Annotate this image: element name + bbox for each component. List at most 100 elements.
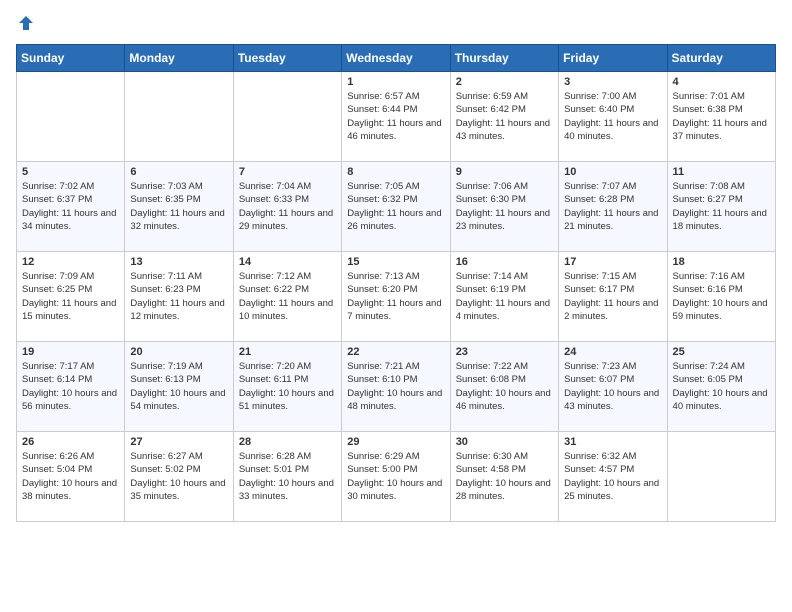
calendar-header-monday: Monday (125, 45, 233, 72)
day-number: 4 (673, 76, 770, 88)
calendar-week-row: 19 Sunrise: 7:17 AM Sunset: 6:14 PM Dayli… (17, 342, 776, 432)
calendar-cell: 27 Sunrise: 6:27 AM Sunset: 5:02 PM Dayli… (125, 432, 233, 522)
day-number: 20 (130, 346, 227, 358)
day-number: 12 (22, 256, 119, 268)
day-number: 19 (22, 346, 119, 358)
calendar-cell: 3 Sunrise: 7:00 AM Sunset: 6:40 PM Daylig… (559, 72, 667, 162)
day-info: Sunrise: 7:13 AM Sunset: 6:20 PM Dayligh… (347, 270, 444, 323)
logo (16, 16, 35, 32)
calendar-cell: 26 Sunrise: 6:26 AM Sunset: 5:04 PM Dayli… (17, 432, 125, 522)
day-info: Sunrise: 7:14 AM Sunset: 6:19 PM Dayligh… (456, 270, 553, 323)
calendar-cell: 28Sunrise: 6:28 AM Sunset: 5:01 PM Dayli… (233, 432, 341, 522)
day-number: 14 (239, 256, 336, 268)
day-number: 30 (456, 436, 553, 448)
calendar-week-row: 1 Sunrise: 6:57 AM Sunset: 6:44 PM Daylig… (17, 72, 776, 162)
day-info: Sunrise: 7:21 AM Sunset: 6:10 PM Dayligh… (347, 360, 444, 413)
calendar-week-row: 26 Sunrise: 6:26 AM Sunset: 5:04 PM Dayli… (17, 432, 776, 522)
day-number: 2 (456, 76, 553, 88)
day-number: 21 (239, 346, 336, 358)
calendar-cell: 4Sunrise: 7:01 AM Sunset: 6:38 PM Daylig… (667, 72, 775, 162)
day-number: 18 (673, 256, 770, 268)
day-number: 1 (347, 76, 444, 88)
calendar-header-thursday: Thursday (450, 45, 558, 72)
calendar-cell: 5 Sunrise: 7:02 AM Sunset: 6:37 PM Daylig… (17, 162, 125, 252)
calendar-cell: 21 Sunrise: 7:20 AM Sunset: 6:11 PM Dayli… (233, 342, 341, 432)
day-info: Sunrise: 7:22 AM Sunset: 6:08 PM Dayligh… (456, 360, 553, 413)
calendar-week-row: 5 Sunrise: 7:02 AM Sunset: 6:37 PM Daylig… (17, 162, 776, 252)
day-number: 29 (347, 436, 444, 448)
day-number: 10 (564, 166, 661, 178)
day-info: Sunrise: 7:15 AM Sunset: 6:17 PM Dayligh… (564, 270, 661, 323)
day-info: Sunrise: 6:32 AM Sunset: 4:57 PM Dayligh… (564, 450, 661, 503)
day-number: 5 (22, 166, 119, 178)
calendar-cell: 7Sunrise: 7:04 AM Sunset: 6:33 PM Daylig… (233, 162, 341, 252)
calendar-cell: 24Sunrise: 7:23 AM Sunset: 6:07 PM Dayli… (559, 342, 667, 432)
day-info: Sunrise: 7:24 AM Sunset: 6:05 PM Dayligh… (673, 360, 770, 413)
calendar-cell: 12 Sunrise: 7:09 AM Sunset: 6:25 PM Dayli… (17, 252, 125, 342)
calendar-cell (125, 72, 233, 162)
day-info: Sunrise: 6:28 AM Sunset: 5:01 PM Dayligh… (239, 450, 336, 503)
day-number: 6 (130, 166, 227, 178)
day-info: Sunrise: 7:06 AM Sunset: 6:30 PM Dayligh… (456, 180, 553, 233)
day-info: Sunrise: 7:16 AM Sunset: 6:16 PM Dayligh… (673, 270, 770, 323)
day-info: Sunrise: 7:17 AM Sunset: 6:14 PM Dayligh… (22, 360, 119, 413)
calendar-header-friday: Friday (559, 45, 667, 72)
calendar-cell: 1 Sunrise: 6:57 AM Sunset: 6:44 PM Daylig… (342, 72, 450, 162)
day-info: Sunrise: 7:02 AM Sunset: 6:37 PM Dayligh… (22, 180, 119, 233)
calendar-cell: 29 Sunrise: 6:29 AM Sunset: 5:00 PM Dayli… (342, 432, 450, 522)
page-header (16, 16, 776, 32)
day-info: Sunrise: 7:07 AM Sunset: 6:28 PM Dayligh… (564, 180, 661, 233)
day-number: 8 (347, 166, 444, 178)
calendar-cell (233, 72, 341, 162)
day-info: Sunrise: 7:00 AM Sunset: 6:40 PM Dayligh… (564, 90, 661, 143)
day-number: 3 (564, 76, 661, 88)
day-number: 26 (22, 436, 119, 448)
calendar-cell: 19 Sunrise: 7:17 AM Sunset: 6:14 PM Dayli… (17, 342, 125, 432)
day-number: 27 (130, 436, 227, 448)
calendar-header-wednesday: Wednesday (342, 45, 450, 72)
day-number: 13 (130, 256, 227, 268)
day-info: Sunrise: 6:27 AM Sunset: 5:02 PM Dayligh… (130, 450, 227, 503)
calendar-cell: 9Sunrise: 7:06 AM Sunset: 6:30 PM Daylig… (450, 162, 558, 252)
day-info: Sunrise: 7:11 AM Sunset: 6:23 PM Dayligh… (130, 270, 227, 323)
day-info: Sunrise: 7:09 AM Sunset: 6:25 PM Dayligh… (22, 270, 119, 323)
logo-icon (17, 14, 35, 32)
day-info: Sunrise: 7:05 AM Sunset: 6:32 PM Dayligh… (347, 180, 444, 233)
calendar-cell: 31 Sunrise: 6:32 AM Sunset: 4:57 PM Dayli… (559, 432, 667, 522)
day-number: 22 (347, 346, 444, 358)
day-number: 16 (456, 256, 553, 268)
day-info: Sunrise: 7:12 AM Sunset: 6:22 PM Dayligh… (239, 270, 336, 323)
calendar-cell: 14 Sunrise: 7:12 AM Sunset: 6:22 PM Dayli… (233, 252, 341, 342)
calendar-cell: 15 Sunrise: 7:13 AM Sunset: 6:20 PM Dayli… (342, 252, 450, 342)
day-number: 31 (564, 436, 661, 448)
day-info: Sunrise: 6:26 AM Sunset: 5:04 PM Dayligh… (22, 450, 119, 503)
calendar-cell: 18 Sunrise: 7:16 AM Sunset: 6:16 PM Dayli… (667, 252, 775, 342)
calendar-cell: 23 Sunrise: 7:22 AM Sunset: 6:08 PM Dayli… (450, 342, 558, 432)
calendar-cell: 13 Sunrise: 7:11 AM Sunset: 6:23 PM Dayli… (125, 252, 233, 342)
calendar-header-row: SundayMondayTuesdayWednesdayThursdayFrid… (17, 45, 776, 72)
day-number: 15 (347, 256, 444, 268)
day-info: Sunrise: 7:23 AM Sunset: 6:07 PM Dayligh… (564, 360, 661, 413)
calendar-cell: 2Sunrise: 6:59 AM Sunset: 6:42 PM Daylig… (450, 72, 558, 162)
day-info: Sunrise: 7:20 AM Sunset: 6:11 PM Dayligh… (239, 360, 336, 413)
day-info: Sunrise: 6:29 AM Sunset: 5:00 PM Dayligh… (347, 450, 444, 503)
calendar-header-sunday: Sunday (17, 45, 125, 72)
calendar-cell: 20Sunrise: 7:19 AM Sunset: 6:13 PM Dayli… (125, 342, 233, 432)
day-info: Sunrise: 6:30 AM Sunset: 4:58 PM Dayligh… (456, 450, 553, 503)
calendar-week-row: 12 Sunrise: 7:09 AM Sunset: 6:25 PM Dayli… (17, 252, 776, 342)
calendar-header-saturday: Saturday (667, 45, 775, 72)
calendar-cell: 25 Sunrise: 7:24 AM Sunset: 6:05 PM Dayli… (667, 342, 775, 432)
calendar-header-tuesday: Tuesday (233, 45, 341, 72)
day-info: Sunrise: 7:03 AM Sunset: 6:35 PM Dayligh… (130, 180, 227, 233)
day-number: 25 (673, 346, 770, 358)
calendar-cell: 11Sunrise: 7:08 AM Sunset: 6:27 PM Dayli… (667, 162, 775, 252)
day-number: 17 (564, 256, 661, 268)
calendar-cell: 6 Sunrise: 7:03 AM Sunset: 6:35 PM Daylig… (125, 162, 233, 252)
day-info: Sunrise: 6:57 AM Sunset: 6:44 PM Dayligh… (347, 90, 444, 143)
calendar-cell: 16 Sunrise: 7:14 AM Sunset: 6:19 PM Dayli… (450, 252, 558, 342)
calendar-cell: 30 Sunrise: 6:30 AM Sunset: 4:58 PM Dayli… (450, 432, 558, 522)
calendar-cell: 22 Sunrise: 7:21 AM Sunset: 6:10 PM Dayli… (342, 342, 450, 432)
calendar-cell (17, 72, 125, 162)
day-number: 23 (456, 346, 553, 358)
calendar-cell: 10 Sunrise: 7:07 AM Sunset: 6:28 PM Dayli… (559, 162, 667, 252)
